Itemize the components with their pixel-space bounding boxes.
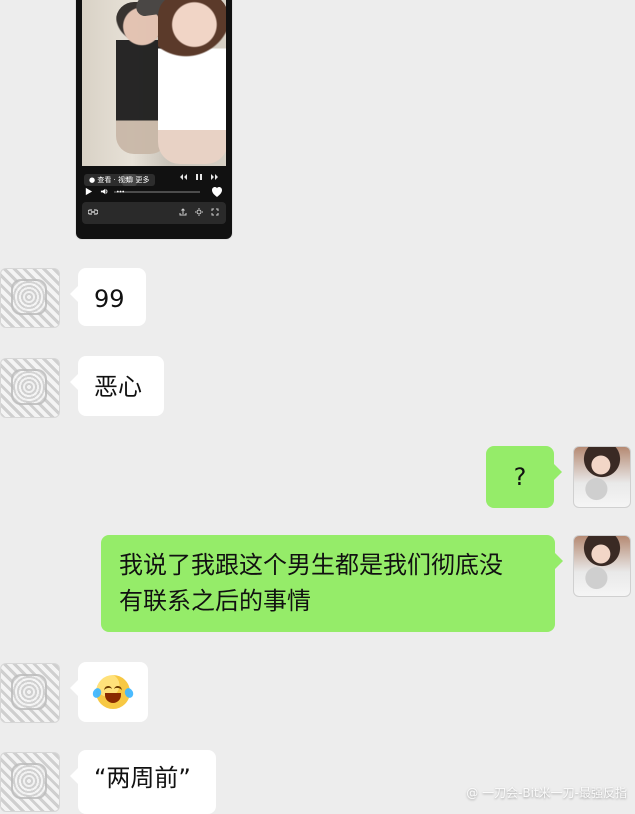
avatar-left[interactable] <box>0 663 60 723</box>
tear-icon <box>123 686 135 700</box>
rewind-icon[interactable] <box>178 172 188 182</box>
link-icon <box>87 207 99 219</box>
message-text: 我说了我跟这个男生都是我们彻底没 有联系之后的事情 <box>119 551 503 615</box>
play-icon[interactable] <box>84 187 93 196</box>
avatar-right[interactable] <box>573 535 631 597</box>
video-progress-bar[interactable] <box>114 191 200 193</box>
message-bubble[interactable]: ? <box>486 446 562 508</box>
video-bottom-bar <box>82 202 226 224</box>
message-bubble[interactable]: “两周前” <box>70 750 216 814</box>
message-text: “两周前” <box>94 764 191 792</box>
forward-icon[interactable] <box>210 172 220 182</box>
video-controls: ● 查看 · 视频 ☐ 更多 <box>82 167 226 199</box>
video-preview[interactable]: ● 查看 · 视频 ☐ 更多 <box>76 0 232 239</box>
message-bubble[interactable]: 恶心 <box>70 356 164 416</box>
message-text: 恶心 <box>94 373 142 401</box>
share-icon[interactable] <box>178 207 188 219</box>
volume-icon[interactable] <box>100 187 109 196</box>
heart-icon[interactable] <box>211 186 223 200</box>
settings-icon[interactable] <box>194 207 204 219</box>
video-bottom-left <box>87 207 99 219</box>
avatar-right[interactable] <box>573 446 631 508</box>
message-bubble[interactable]: 我说了我跟这个男生都是我们彻底没 有联系之后的事情 <box>101 535 563 632</box>
video-progress-row <box>84 187 224 197</box>
avatar-left[interactable] <box>0 752 60 812</box>
watermark: @ 一刀会-Bit米一刀-最强反指 <box>466 786 627 800</box>
video-control-icons <box>178 172 220 182</box>
mouth <box>105 693 121 703</box>
fullscreen-icon[interactable] <box>210 207 220 219</box>
avatar-left[interactable] <box>0 268 60 328</box>
video-chip-2[interactable]: ☐ 更多 <box>122 174 155 186</box>
laughing-emoji-icon <box>91 675 135 709</box>
video-thumbnail[interactable] <box>82 0 226 166</box>
message-bubble[interactable]: 99 <box>70 268 146 326</box>
pause-icon[interactable] <box>194 172 204 182</box>
video-bottom-right <box>178 207 220 219</box>
tear-icon <box>91 686 103 700</box>
person-right <box>158 0 226 164</box>
message-text: 99 <box>94 285 125 313</box>
message-bubble[interactable] <box>70 662 148 722</box>
avatar-left[interactable] <box>0 358 60 418</box>
message-text: ? <box>513 463 527 491</box>
